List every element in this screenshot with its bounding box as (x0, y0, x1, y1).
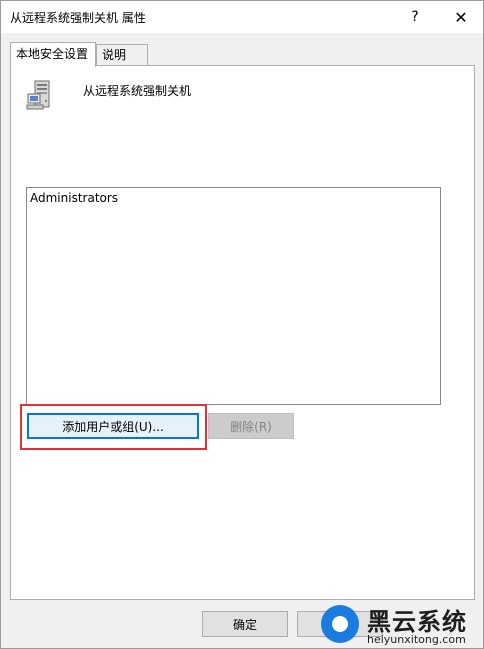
remove-button[interactable]: 删除(R) (208, 413, 294, 439)
watermark-logo-icon (321, 605, 359, 643)
ok-button[interactable]: 确定 (202, 611, 288, 637)
list-item[interactable]: Administrators (30, 191, 118, 205)
close-icon: ✕ (454, 7, 468, 27)
help-button[interactable]: ? (393, 1, 437, 33)
watermark-url: heiyunxitong.com (367, 633, 466, 646)
tab-local-security-setting[interactable]: 本地安全设置 (10, 42, 96, 67)
window-title: 从远程系统强制关机 属性 (10, 11, 146, 25)
watermark: 黑云系统 heiyunxitong.com (319, 599, 483, 649)
title-bar: 从远程系统强制关机 属性 ? ✕ (1, 1, 483, 33)
tab-panel: 从远程系统强制关机 Administrators 添加用户或组(U)... 删除… (10, 65, 475, 600)
policy-name: 从远程系统强制关机 (83, 84, 192, 98)
accounts-listbox[interactable]: Administrators (26, 187, 441, 405)
close-button[interactable]: ✕ (439, 1, 483, 33)
add-user-or-group-button[interactable]: 添加用户或组(U)... (27, 413, 199, 439)
watermark-title: 黑云系统 (367, 608, 467, 636)
help-icon: ? (411, 9, 419, 25)
properties-dialog: 从远程系统强制关机 属性 ? ✕ 本地安全设置 说明 从远程系统强制关机 Adm… (0, 0, 484, 649)
server-computer-icon (26, 80, 50, 110)
tab-explain[interactable]: 说明 (96, 44, 148, 66)
